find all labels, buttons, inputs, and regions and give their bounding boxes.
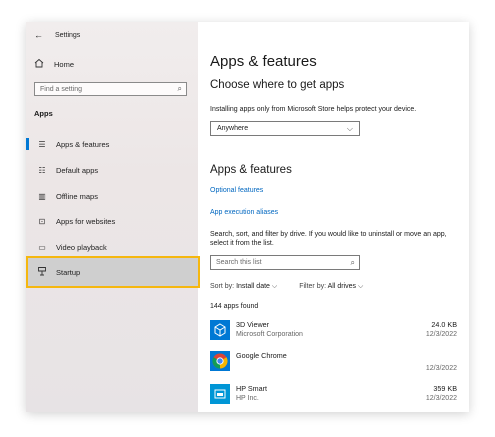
sidebar-item-label: Video playback	[56, 242, 107, 252]
app-publisher: HP Inc.	[236, 395, 259, 402]
list-icon: ☰	[38, 139, 46, 149]
app-size: 24.0 KB	[431, 320, 457, 329]
app-date: 12/3/2022	[425, 365, 457, 372]
sidebar: ← Settings Home Find a setting ⌕ Apps ☰ …	[26, 22, 198, 412]
optional-features-link[interactable]: Optional features	[210, 187, 263, 194]
app-name: 3D Viewer	[236, 320, 270, 329]
chevron-down-icon: ⌵	[357, 283, 364, 290]
sort-value: Install date	[236, 283, 270, 290]
find-setting-input[interactable]: Find a setting ⌕	[34, 82, 187, 96]
app-size: 359 KB	[433, 384, 457, 393]
search-icon[interactable]: ⌕	[351, 258, 355, 268]
search-list-input[interactable]: Search this list ⌕	[210, 255, 360, 270]
sidebar-item-offline-maps[interactable]: ▥ Offline maps	[26, 188, 198, 204]
title-bar: ← Settings	[34, 28, 80, 42]
sidebar-item-label: Apps for websites	[56, 216, 116, 226]
apps-count: 144 apps found	[210, 303, 259, 310]
sidebar-item-video-playback[interactable]: ▭ Video playback	[26, 239, 198, 255]
sort-filter-row: Sort by: Install date ⌵ Filter by: All d…	[210, 283, 363, 291]
app-execution-aliases-link[interactable]: App execution aliases	[210, 209, 278, 216]
section-title: Apps	[34, 109, 53, 118]
apps-heading: Apps & features	[210, 164, 292, 176]
home-label: Home	[54, 59, 75, 69]
chrome-icon	[210, 351, 230, 371]
websites-icon: ⊡	[38, 216, 46, 226]
search-list-placeholder: Search this list	[216, 259, 262, 266]
main-content: Apps & features Choose where to get apps…	[198, 22, 469, 412]
page-title: Apps & features	[210, 53, 317, 70]
video-icon: ▭	[38, 242, 46, 252]
window-title: Settings	[55, 31, 81, 39]
startup-highlight-box	[26, 256, 200, 288]
back-arrow-icon[interactable]: ←	[34, 30, 43, 40]
map-icon: ▥	[38, 191, 46, 201]
app-source-dropdown[interactable]: Anywhere ⌵	[210, 121, 360, 136]
sidebar-item-label: Apps & features	[56, 139, 110, 149]
3d-viewer-icon	[210, 320, 230, 340]
sidebar-item-default-apps[interactable]: ☷ Default apps	[26, 162, 198, 178]
app-list-item[interactable]: 3D Viewer Microsoft Corporation 24.0 KB …	[210, 320, 457, 350]
app-list-item[interactable]: Google Chrome 12/3/2022	[210, 351, 457, 381]
search-description: Search, sort, and filter by drive. If yo…	[210, 231, 447, 247]
choose-heading: Choose where to get apps	[210, 79, 345, 91]
find-setting-placeholder: Find a setting	[40, 85, 83, 93]
app-publisher: Microsoft Corporation	[236, 331, 303, 338]
filter-value: All drives	[327, 283, 357, 290]
home-link[interactable]: Home	[34, 58, 74, 70]
chevron-down-icon: ⌵	[271, 283, 278, 290]
settings-window: ← Settings Home Find a setting ⌕ Apps ☰ …	[26, 22, 469, 412]
sidebar-item-label: Offline maps	[56, 191, 98, 201]
filter-label: Filter by:	[299, 283, 327, 290]
dropdown-value: Anywhere	[217, 125, 249, 132]
home-icon	[34, 58, 46, 70]
filter-control[interactable]: Filter by: All drives ⌵	[299, 283, 363, 291]
app-date: 12/3/2022	[425, 395, 457, 402]
sidebar-item-apps-for-websites[interactable]: ⊡ Apps for websites	[26, 213, 198, 229]
choose-description: Installing apps only from Microsoft Stor…	[210, 106, 417, 113]
app-date: 12/3/2022	[425, 331, 457, 338]
hp-smart-icon	[210, 384, 230, 404]
search-icon[interactable]: ⌕	[178, 84, 182, 94]
sort-control[interactable]: Sort by: Install date ⌵	[210, 283, 277, 291]
sidebar-item-apps-features[interactable]: ☰ Apps & features	[26, 136, 198, 152]
default-apps-icon: ☷	[38, 165, 46, 175]
chevron-down-icon: ⌵	[346, 124, 353, 133]
sidebar-item-label: Default apps	[56, 165, 99, 175]
app-name: HP Smart	[236, 384, 268, 393]
sort-label: Sort by:	[210, 283, 235, 290]
app-list-item[interactable]: HP Smart HP Inc. 359 KB 12/3/2022	[210, 384, 457, 412]
app-name: Google Chrome	[236, 351, 287, 360]
